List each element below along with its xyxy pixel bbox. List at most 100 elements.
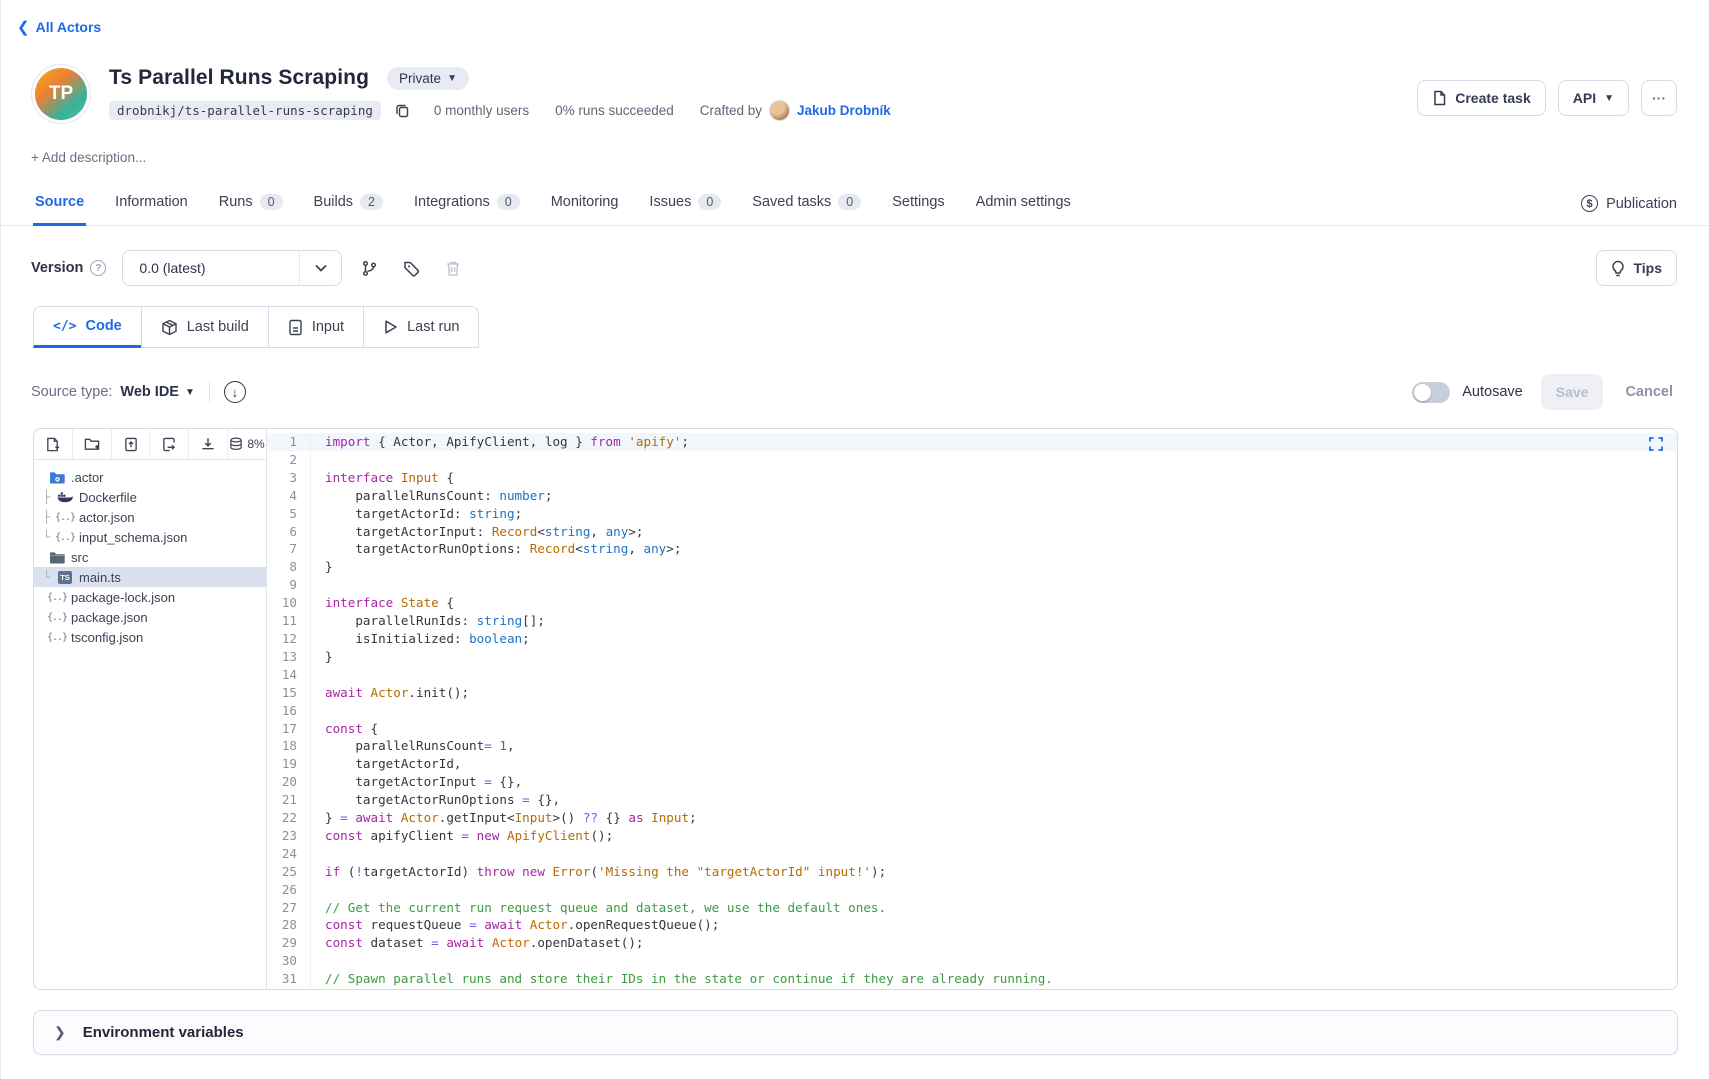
- tab-builds[interactable]: Builds2: [312, 188, 385, 226]
- line-content: [311, 881, 333, 899]
- subtab-last-run[interactable]: Last run: [363, 306, 479, 348]
- rename-file-button[interactable]: [150, 429, 189, 459]
- source-subtabs: </> Code Last build Input: [33, 306, 479, 348]
- subtab-code[interactable]: </> Code: [33, 306, 142, 348]
- json-icon: {..}: [56, 532, 74, 543]
- line-content: // Get the current run request queue and…: [311, 899, 886, 917]
- tab-issues[interactable]: Issues0: [647, 188, 723, 226]
- code-editor[interactable]: 1import { Actor, ApifyClient, log } from…: [267, 429, 1677, 989]
- download-files-button[interactable]: [189, 429, 228, 459]
- author-link[interactable]: Jakub Drobník: [797, 103, 891, 118]
- line-content: const requestQueue = await Actor.openReq…: [311, 916, 719, 934]
- file-name: src: [71, 550, 88, 565]
- tab-count-badge: 0: [838, 194, 861, 210]
- line-number: 30: [267, 952, 311, 970]
- file-name: actor.json: [79, 510, 135, 525]
- json-icon: {..}: [48, 632, 66, 643]
- line-number: 28: [267, 916, 311, 934]
- new-file-button[interactable]: [34, 429, 73, 459]
- file-tree-item-package-lock-json[interactable]: {..}package-lock.json: [34, 587, 266, 607]
- subtab-input[interactable]: Input: [268, 306, 364, 348]
- line-content: if (!targetActorId) throw new Error('Mis…: [311, 863, 886, 881]
- line-number: 22: [267, 809, 311, 827]
- line-number: 10: [267, 594, 311, 612]
- line-number: 25: [267, 863, 311, 881]
- save-button[interactable]: Save: [1541, 374, 1604, 410]
- line-content: const dataset = await Actor.openDataset(…: [311, 934, 644, 952]
- line-number: 24: [267, 845, 311, 863]
- line-content: await Actor.init();: [311, 684, 469, 702]
- new-folder-button[interactable]: [73, 429, 112, 459]
- cancel-button[interactable]: Cancel: [1621, 384, 1677, 400]
- file-name: package-lock.json: [71, 590, 175, 605]
- line-number: 15: [267, 684, 311, 702]
- upload-file-button[interactable]: [112, 429, 151, 459]
- create-task-button[interactable]: Create task: [1417, 80, 1546, 116]
- tree-branch: └: [43, 570, 56, 584]
- add-description-link[interactable]: + Add description...: [31, 150, 146, 165]
- tab-saved-tasks[interactable]: Saved tasks0: [750, 188, 863, 226]
- json-icon: {..}: [56, 512, 74, 523]
- web-ide: 8% .actor├Dockerfile├{..}actor.json└{..}…: [33, 428, 1678, 990]
- api-dropdown-button[interactable]: API ▼: [1558, 80, 1629, 116]
- file-tree-item-main-ts[interactable]: └TSmain.ts: [34, 567, 266, 587]
- tab-admin-settings[interactable]: Admin settings: [974, 188, 1073, 226]
- file-tree-item-dockerfile[interactable]: ├Dockerfile: [34, 487, 266, 507]
- tag-icon[interactable]: [394, 251, 428, 285]
- copy-icon[interactable]: [395, 103, 410, 118]
- code-line: 31// Spawn parallel runs and store their…: [267, 970, 1677, 988]
- code-line: 21 targetActorRunOptions = {},: [267, 791, 1677, 809]
- tab-runs[interactable]: Runs0: [217, 188, 285, 226]
- download-source-icon[interactable]: ↓: [224, 381, 246, 403]
- file-tree-item-actor-json[interactable]: ├{..}actor.json: [34, 507, 266, 527]
- breadcrumb-label: All Actors: [36, 19, 102, 35]
- page-title: Ts Parallel Runs Scraping: [109, 66, 369, 90]
- visibility-dropdown[interactable]: Private ▼: [387, 67, 469, 90]
- file-tree-item-tsconfig-json[interactable]: {..}tsconfig.json: [34, 627, 266, 647]
- tab-label: Issues: [649, 194, 691, 210]
- tab-integrations[interactable]: Integrations0: [412, 188, 522, 226]
- file-tree-item--actor[interactable]: .actor: [34, 467, 266, 487]
- code-icon: </>: [53, 319, 76, 334]
- autosave-label: Autosave: [1462, 384, 1522, 400]
- tab-count-badge: 0: [260, 194, 283, 210]
- tab-settings[interactable]: Settings: [890, 188, 946, 226]
- code-line: 10interface State {: [267, 594, 1677, 612]
- subtab-label: Last run: [407, 319, 459, 335]
- line-number: 13: [267, 648, 311, 666]
- tab-source[interactable]: Source: [33, 188, 86, 226]
- tips-button[interactable]: Tips: [1596, 250, 1677, 286]
- more-actions-button[interactable]: ···: [1641, 80, 1677, 116]
- version-label: Version: [31, 260, 83, 276]
- environment-variables-section[interactable]: ❯ Environment variables: [33, 1010, 1678, 1055]
- version-select[interactable]: 0.0 (latest): [122, 250, 342, 286]
- code-line: 23const apifyClient = new ApifyClient();: [267, 827, 1677, 845]
- file-tree-item-input-schema-json[interactable]: └{..}input_schema.json: [34, 527, 266, 547]
- autosave-toggle[interactable]: [1412, 382, 1450, 403]
- code-line: 15await Actor.init();: [267, 684, 1677, 702]
- tips-label: Tips: [1633, 260, 1662, 276]
- tab-information[interactable]: Information: [113, 188, 190, 226]
- git-branch-icon[interactable]: [352, 251, 386, 285]
- line-content: [311, 666, 333, 684]
- tab-label: Builds: [314, 194, 354, 210]
- source-type-value: Web IDE: [120, 384, 179, 400]
- breadcrumb-all-actors[interactable]: ❮ All Actors: [17, 18, 101, 36]
- tab-monitoring[interactable]: Monitoring: [549, 188, 621, 226]
- source-type-select[interactable]: Web IDE ▼: [120, 384, 194, 400]
- line-number: 4: [267, 487, 311, 505]
- line-number: 18: [267, 737, 311, 755]
- file-panel: 8% .actor├Dockerfile├{..}actor.json└{..}…: [34, 429, 267, 989]
- line-number: 1: [267, 433, 311, 451]
- tab-publication[interactable]: $ Publication: [1581, 189, 1677, 225]
- help-icon[interactable]: ?: [90, 260, 106, 276]
- line-content: targetActorInput = {},: [311, 773, 522, 791]
- subtab-last-build[interactable]: Last build: [141, 306, 269, 348]
- file-tree-item-src[interactable]: src: [34, 547, 266, 567]
- fullscreen-icon[interactable]: [1649, 437, 1663, 451]
- file-tree-item-package-json[interactable]: {..}package.json: [34, 607, 266, 627]
- tab-label: Monitoring: [551, 194, 619, 210]
- tab-label: Source: [35, 194, 84, 210]
- actor-source-page: ❮ All Actors TP Ts Parallel Runs Scrapin…: [0, 0, 1709, 1079]
- line-content: const {: [311, 720, 378, 738]
